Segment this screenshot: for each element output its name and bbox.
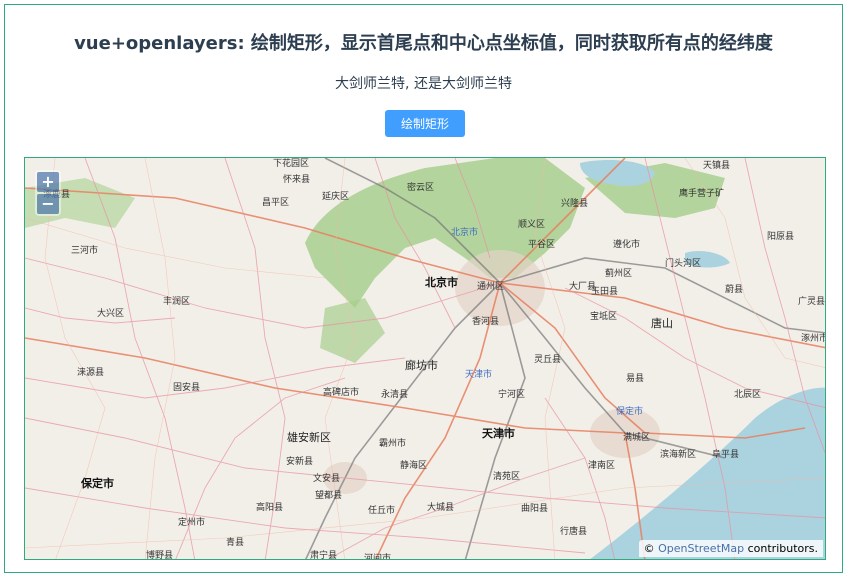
place-label: 香河县 — [472, 317, 500, 327]
place-label: 玉田县 — [591, 287, 619, 297]
place-label: 天镇县 — [703, 161, 731, 171]
place-label: 平谷区 — [528, 240, 556, 250]
place-label: 雄安新区 — [287, 431, 331, 444]
place-label: 蓟州区 — [605, 269, 633, 279]
place-label: 鹰手营子矿 — [679, 189, 725, 199]
place-label: 霸州市 — [379, 439, 407, 449]
place-label: 阳原县 — [767, 232, 795, 242]
place-label: 文安县 — [313, 474, 341, 484]
place-label: 静海区 — [400, 461, 428, 471]
place-label: 博野县 — [146, 551, 174, 560]
place-label: 蔚县 — [725, 285, 744, 295]
zoom-control: + − — [35, 170, 61, 216]
place-label: 高碑店市 — [323, 388, 360, 398]
map-attribution: © OpenStreetMap contributors. — [638, 540, 823, 557]
place-label: 易县 — [626, 374, 645, 384]
place-label: 永清县 — [381, 390, 409, 400]
place-label: 清苑区 — [493, 472, 521, 482]
place-label: 天津市 — [482, 427, 515, 440]
place-label: 滨海新区 — [660, 450, 697, 460]
place-label: 涞源县 — [77, 368, 105, 378]
place-label: 大兴区 — [97, 309, 125, 319]
zoom-in-button[interactable]: + — [37, 172, 59, 192]
place-label: 丰润区 — [163, 297, 191, 307]
place-label: 津南区 — [588, 461, 616, 471]
place-label: 曲阳县 — [521, 504, 549, 514]
place-label: 廊坊市 — [405, 359, 438, 372]
place-label: 肃宁县 — [310, 551, 338, 560]
page-subtitle: 大剑师兰特, 还是大剑师兰特 — [335, 76, 512, 92]
place-label: 北京市 — [425, 276, 458, 289]
place-label: 北辰区 — [734, 390, 762, 400]
place-label: 昌平区 — [262, 198, 290, 208]
zoom-out-button[interactable]: − — [37, 194, 59, 214]
place-label: 广灵县 — [798, 297, 826, 307]
place-label: 保定市 — [81, 477, 114, 490]
place-label: 宝坻区 — [590, 312, 618, 322]
place-label: 任丘市 — [368, 506, 396, 516]
place-label: 下花园区 — [273, 159, 310, 169]
place-label: 保定市 — [616, 407, 644, 417]
place-label: 行唐县 — [560, 527, 588, 537]
place-label: 固安县 — [173, 383, 201, 393]
place-label: 涿州市 — [801, 334, 826, 344]
map-viewport[interactable]: 下花园区怀来县延庆区密云区兴隆县鹰手营子矿天镇县涿鹿县昌平区北京市顺义区平谷区遵… — [24, 157, 826, 560]
place-label: 北京市 — [451, 228, 479, 238]
place-label: 灵丘县 — [534, 355, 562, 365]
place-label: 门头沟区 — [665, 259, 702, 269]
place-label: 高阳县 — [256, 503, 284, 513]
place-label: 阜平县 — [712, 450, 740, 460]
place-label: 天津市 — [465, 370, 493, 380]
place-label: 定州市 — [178, 518, 206, 528]
place-label: 密云区 — [407, 183, 435, 193]
place-label: 兴隆县 — [561, 199, 589, 209]
draw-rectangle-button[interactable]: 绘制矩形 — [385, 110, 465, 137]
place-label: 顺义区 — [518, 220, 546, 230]
place-label: 怀来县 — [283, 175, 311, 185]
place-label: 三河市 — [71, 246, 99, 256]
place-label: 延庆区 — [322, 192, 350, 202]
place-label: 青县 — [226, 538, 245, 548]
attribution-prefix: © — [643, 542, 655, 555]
place-label: 满城区 — [623, 433, 651, 443]
page-title: vue+openlayers: 绘制矩形，显示首尾点和中心点坐标值，同时获取所有… — [74, 33, 773, 54]
place-label: 遵化市 — [613, 240, 641, 250]
place-label: 大城县 — [427, 503, 455, 513]
attribution-suffix: contributors. — [747, 542, 818, 555]
place-label: 河间市 — [364, 554, 392, 560]
forest-area — [320, 298, 385, 363]
place-label: 唐山 — [651, 317, 673, 330]
openstreetmap-link[interactable]: OpenStreetMap — [658, 542, 744, 555]
place-label: 安新县 — [286, 457, 314, 467]
place-label: 宁河区 — [498, 390, 526, 400]
place-label: 望都县 — [315, 491, 343, 501]
place-label: 通州区 — [477, 282, 505, 292]
